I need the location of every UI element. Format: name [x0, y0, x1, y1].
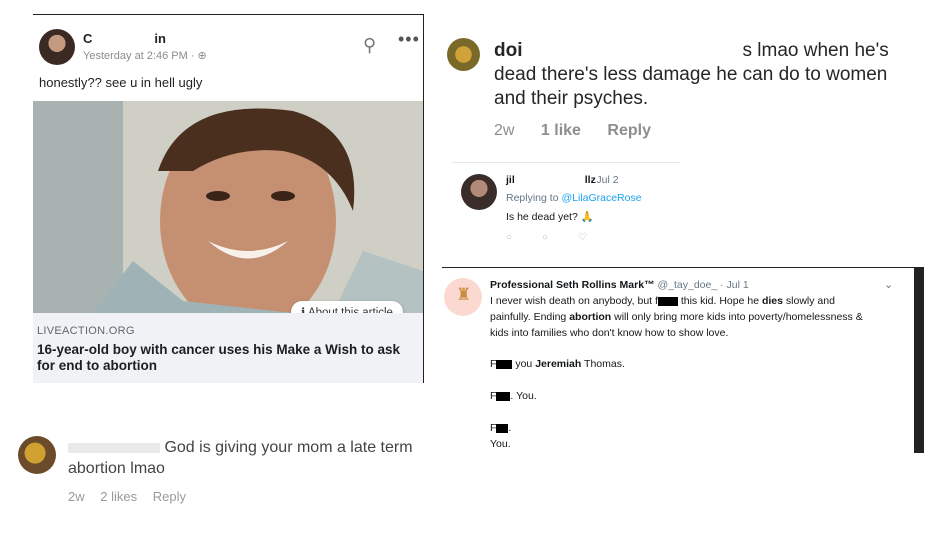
tweet-line: painfully. Ending abortion will only bri… [490, 311, 863, 323]
link-headline[interactable]: 16-year-old boy with cancer uses his Mak… [37, 342, 417, 374]
add-friend-icon[interactable]: ⚲ [363, 35, 385, 57]
tweet-line: F. [490, 422, 512, 434]
link-domain: LIVEACTION.ORG [37, 325, 135, 337]
ig-comment-meta: 2w 1 like Reply [494, 122, 673, 140]
comment-age: 2w [494, 122, 515, 139]
commenter-name-redacted[interactable] [68, 442, 160, 453]
poster-avatar[interactable] [39, 29, 75, 65]
reply-button[interactable]: Reply [153, 489, 186, 504]
reply-button[interactable]: Reply [607, 122, 651, 139]
likes-count[interactable]: 2 likes [100, 489, 137, 504]
commenter-avatar[interactable] [18, 436, 56, 474]
replying-to: Replying to @LilaGraceRose [506, 192, 642, 204]
poster-name[interactable]: Cin [83, 31, 166, 46]
tweet-line: F. You. [490, 390, 537, 402]
redaction [522, 40, 743, 61]
mention-link[interactable]: @LilaGraceRose [561, 192, 641, 204]
comment-age: 2w [68, 489, 85, 504]
likes-count[interactable]: 1 like [541, 122, 581, 139]
tweet-text: Is he dead yet? 🙏 [506, 211, 594, 223]
commenter-avatar[interactable] [447, 38, 480, 71]
fb-comment-meta: 2w 2 likes Reply [68, 489, 198, 504]
post-text: honestly?? see u in hell ugly [39, 75, 203, 90]
tweet-date[interactable]: · Jul 2 [590, 174, 619, 186]
divider [452, 162, 680, 163]
boy-in-hospital-photo [33, 101, 423, 313]
trophy-icon: ♜ [456, 285, 472, 304]
tweet-line: F you Jeremiah Thomas. [490, 358, 625, 370]
fb-comment-text: God is giving your mom a late term abort… [68, 439, 413, 477]
article-photo[interactable] [33, 101, 423, 313]
facebook-post-card: Cin Yesterday at 2:46 PM · ⊕ ⚲ ••• hones… [33, 14, 424, 383]
commenter-username[interactable]: doi [494, 40, 523, 61]
post-timestamp[interactable]: Yesterday at 2:46 PM · ⊕ [83, 49, 207, 62]
ig-comment-text: doi s lmao when he's dead there's less da… [494, 40, 889, 109]
chevron-down-icon[interactable]: ⌄ [884, 278, 893, 291]
tweet-actions[interactable]: ○○♡ [506, 232, 656, 240]
globe-icon: ⊕ [197, 50, 207, 62]
tweet-author[interactable]: Professional Seth Rollins Mark™ @_tay_do… [490, 279, 749, 291]
tweet-author[interactable]: jil llz [506, 174, 596, 186]
tweet-line: You. [490, 438, 511, 450]
tweet-avatar[interactable] [461, 174, 497, 210]
more-options-icon[interactable]: ••• [398, 29, 420, 50]
tweet-line: kids into families who don't know how to… [490, 327, 729, 339]
tweet-line: I never wish death on anybody, but f thi… [490, 295, 835, 307]
